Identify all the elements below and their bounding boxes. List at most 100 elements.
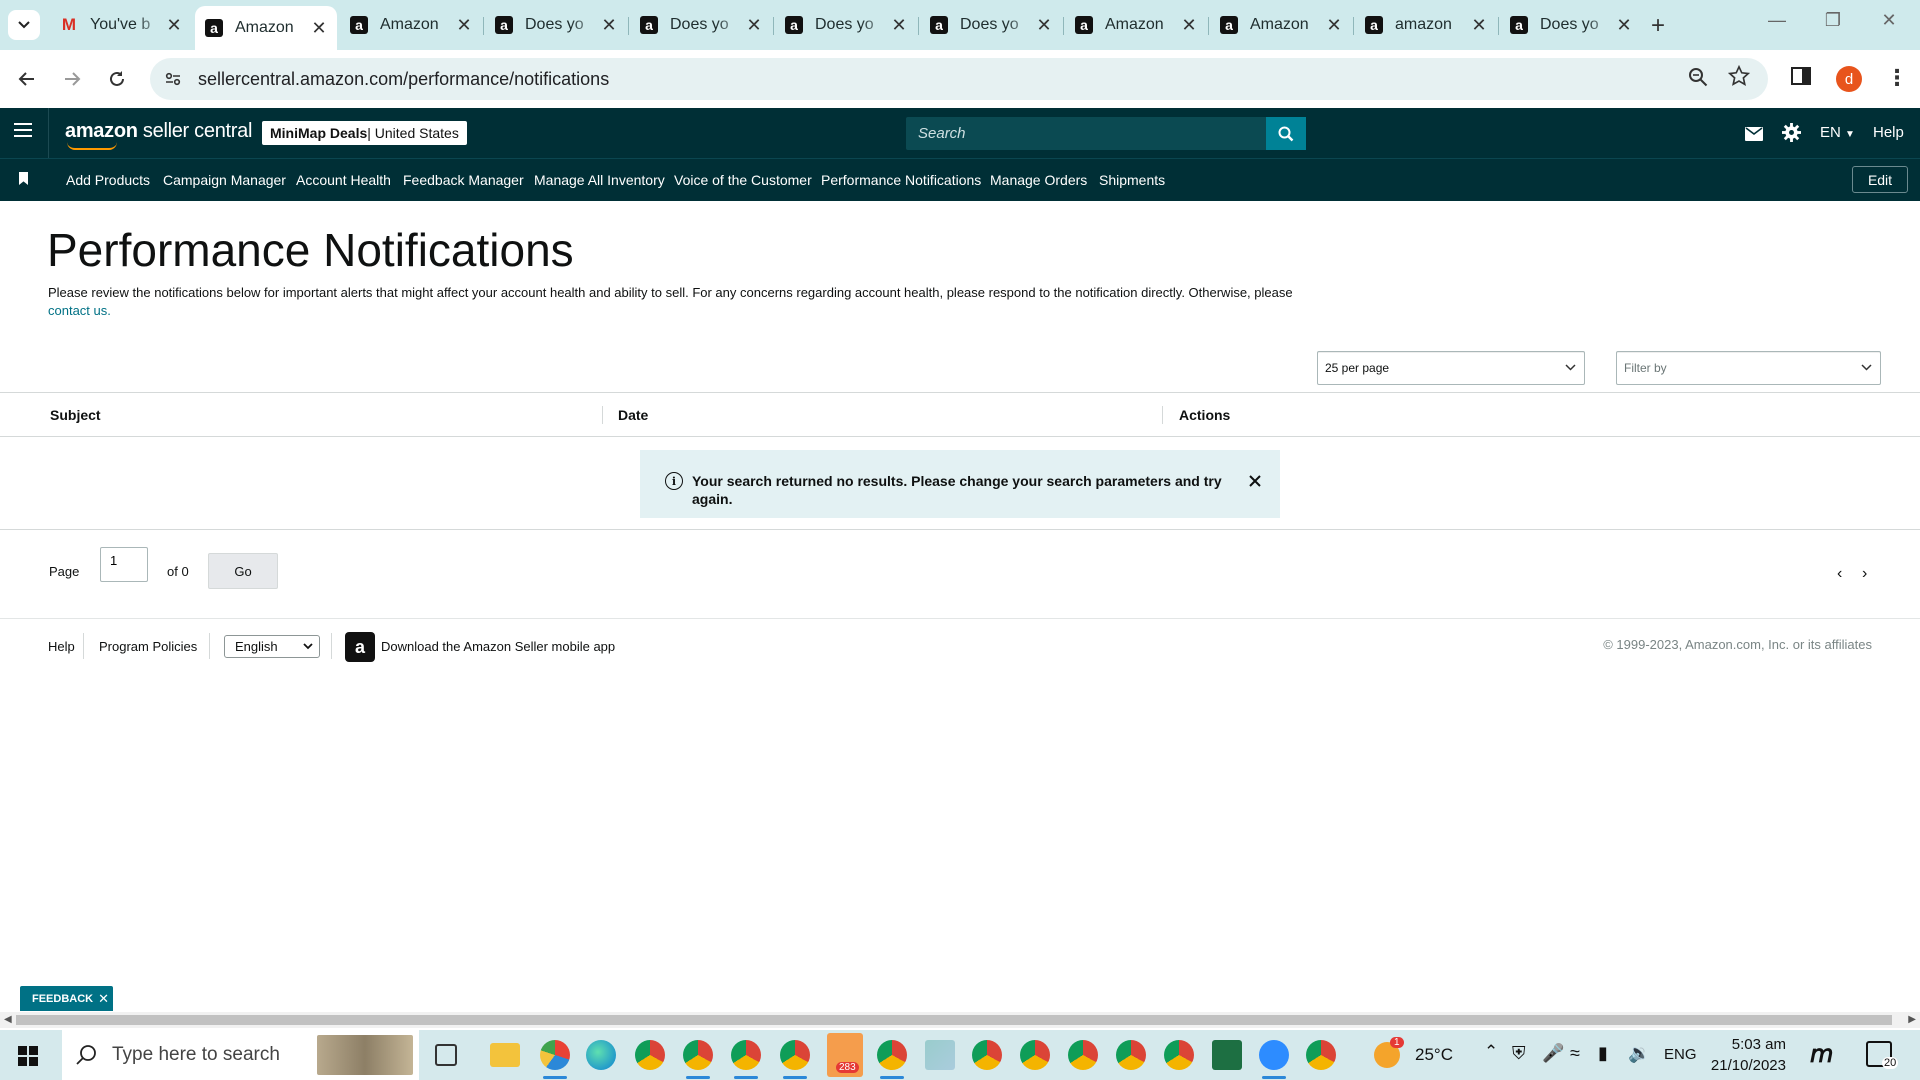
column-header-subject[interactable]: Subject — [50, 407, 101, 423]
temperature[interactable]: 25°C — [1415, 1045, 1453, 1065]
hamburger-menu-icon[interactable] — [14, 123, 32, 141]
url-text[interactable]: sellercentral.amazon.com/performance/not… — [198, 69, 609, 90]
close-icon[interactable] — [1246, 472, 1264, 490]
scrollbar-thumb[interactable] — [16, 1015, 1892, 1025]
chrome-profile-icon[interactable] — [972, 1040, 1002, 1070]
help-link[interactable]: Help — [1873, 124, 1904, 141]
edge-icon[interactable] — [586, 1040, 616, 1070]
filter-by-select[interactable]: Filter by — [1616, 351, 1881, 385]
nav-add-products[interactable]: Add Products — [66, 172, 150, 188]
microphone-icon[interactable]: 🎤 — [1542, 1043, 1564, 1064]
nav-campaign-manager[interactable]: Campaign Manager — [163, 172, 286, 188]
settings-gear-icon[interactable] — [1782, 123, 1801, 147]
file-explorer-icon[interactable] — [490, 1043, 520, 1067]
close-tab-icon[interactable]: ✕ — [456, 15, 472, 36]
store-switcher[interactable]: MiniMap Deals | United States — [262, 121, 467, 145]
browser-tab[interactable]: a Amazon ✕ — [1065, 8, 1207, 42]
close-tab-icon[interactable]: ✕ — [1036, 15, 1052, 36]
browser-tab[interactable]: a Does yo ✕ — [630, 8, 772, 42]
battery-icon[interactable]: ▮ — [1598, 1043, 1608, 1064]
tab-search-button[interactable] — [8, 10, 40, 40]
volume-icon[interactable]: 🔉 — [1628, 1043, 1650, 1064]
browser-tab[interactable]: a Amazon ✕ — [1210, 8, 1352, 42]
nav-shipments[interactable]: Shipments — [1099, 172, 1165, 188]
feedback-tab[interactable]: FEEDBACK ✕ — [20, 986, 113, 1011]
footer-help-link[interactable]: Help — [48, 639, 75, 654]
nav-manage-orders[interactable]: Manage Orders — [990, 172, 1087, 188]
windows-start-icon[interactable] — [18, 1046, 38, 1066]
profile-avatar[interactable]: d — [1836, 66, 1862, 92]
horizontal-scrollbar[interactable]: ◀ ▶ — [0, 1012, 1920, 1028]
browser-tab[interactable]: a Does yo ✕ — [775, 8, 917, 42]
nav-feedback-manager[interactable]: Feedback Manager — [403, 172, 524, 188]
chrome-profile-icon[interactable] — [1116, 1040, 1146, 1070]
footer-program-policies-link[interactable]: Program Policies — [99, 639, 197, 654]
close-tab-icon[interactable]: ✕ — [1471, 15, 1487, 36]
chevron-up-icon[interactable]: ⌃ — [1484, 1042, 1498, 1062]
forward-button[interactable] — [57, 64, 87, 94]
browser-tab[interactable]: a Does yo ✕ — [485, 8, 627, 42]
zoom-icon[interactable] — [1688, 67, 1708, 93]
wifi-icon[interactable]: ≈ — [1570, 1043, 1580, 1064]
browser-tab[interactable]: a Does yo ✕ — [920, 8, 1062, 42]
site-info-icon[interactable] — [158, 64, 188, 94]
mail-icon[interactable] — [1745, 125, 1763, 146]
edit-nav-button[interactable]: Edit — [1852, 166, 1908, 193]
new-tab-button[interactable]: + — [1651, 12, 1665, 40]
footer-mobile-app-link[interactable]: Download the Amazon Seller mobile app — [381, 639, 615, 654]
nav-manage-all-inventory[interactable]: Manage All Inventory — [534, 172, 665, 188]
zoom-app-icon[interactable] — [1259, 1040, 1289, 1070]
chrome-profile-icon[interactable] — [780, 1040, 810, 1070]
restore-icon[interactable]: ❐ — [1813, 10, 1853, 31]
clock-time[interactable]: 5:03 am — [1710, 1036, 1786, 1053]
close-tab-icon[interactable]: ✕ — [1181, 15, 1197, 36]
close-tab-icon[interactable]: ✕ — [891, 15, 907, 36]
close-tab-icon[interactable]: ✕ — [601, 15, 617, 36]
bookmark-icon[interactable] — [19, 172, 28, 185]
scroll-right-icon[interactable]: ▶ — [1908, 1014, 1916, 1025]
chrome-icon[interactable] — [635, 1040, 665, 1070]
next-page-icon[interactable]: › — [1862, 565, 1867, 583]
browser-tab[interactable]: M You've b ✕ — [50, 8, 192, 42]
scroll-left-icon[interactable]: ◀ — [4, 1014, 12, 1025]
browser-tab[interactable]: a Amazon ✕ — [340, 8, 482, 42]
page-number-input[interactable] — [100, 547, 148, 582]
header-search-button[interactable] — [1266, 117, 1306, 150]
browser-tab[interactable]: a Amazon ✕ — [195, 6, 337, 50]
chrome-profile-icon[interactable] — [1020, 1040, 1050, 1070]
close-window-icon[interactable]: ✕ — [1869, 10, 1909, 31]
address-bar[interactable]: sellercentral.amazon.com/performance/not… — [150, 58, 1768, 100]
notepad-icon[interactable] — [925, 1040, 955, 1070]
close-tab-icon[interactable]: ✕ — [746, 15, 762, 36]
close-tab-icon[interactable]: ✕ — [1326, 15, 1342, 36]
chrome-profile-icon[interactable] — [877, 1040, 907, 1070]
close-icon[interactable]: ✕ — [98, 991, 109, 1007]
column-header-date[interactable]: Date — [618, 407, 648, 423]
kebab-menu-icon[interactable]: ⋮ — [1886, 65, 1908, 91]
close-tab-icon[interactable]: ✕ — [311, 18, 327, 39]
reload-button[interactable] — [102, 64, 132, 94]
chrome-profile-icon[interactable] — [731, 1040, 761, 1070]
per-page-select[interactable]: 25 per page — [1317, 351, 1585, 385]
close-tab-icon[interactable]: ✕ — [166, 15, 182, 36]
browser-tab[interactable]: a Does yo ✕ — [1500, 8, 1642, 42]
browser-tab[interactable]: a amazon ✕ — [1355, 8, 1497, 42]
amazon-app-icon[interactable]: a — [345, 632, 375, 662]
app-logo-icon[interactable]: 𝘮 — [1810, 1040, 1833, 1069]
nav-performance-notifications[interactable]: Performance Notifications — [821, 172, 981, 188]
excel-icon[interactable] — [1212, 1040, 1242, 1070]
bookmark-star-icon[interactable] — [1727, 64, 1751, 93]
taskbar-search-box[interactable]: Type here to search — [62, 1030, 419, 1080]
nav-voice-of-the-customer[interactable]: Voice of the Customer — [674, 172, 812, 188]
chrome-profile-icon[interactable] — [1068, 1040, 1098, 1070]
chrome-profile-icon[interactable] — [1164, 1040, 1194, 1070]
nav-account-health[interactable]: Account Health — [296, 172, 391, 188]
previous-page-icon[interactable]: ‹ — [1837, 565, 1842, 583]
security-shield-icon[interactable]: ⛨ — [1512, 1043, 1526, 1064]
seller-central-logo[interactable]: amazon seller central — [65, 120, 252, 150]
language-selector[interactable]: EN ▼ — [1820, 124, 1855, 141]
chrome-profile-icon[interactable] — [683, 1040, 713, 1070]
contact-us-link[interactable]: contact us. — [48, 303, 111, 318]
close-tab-icon[interactable]: ✕ — [1616, 15, 1632, 36]
header-search-input[interactable] — [906, 117, 1266, 150]
